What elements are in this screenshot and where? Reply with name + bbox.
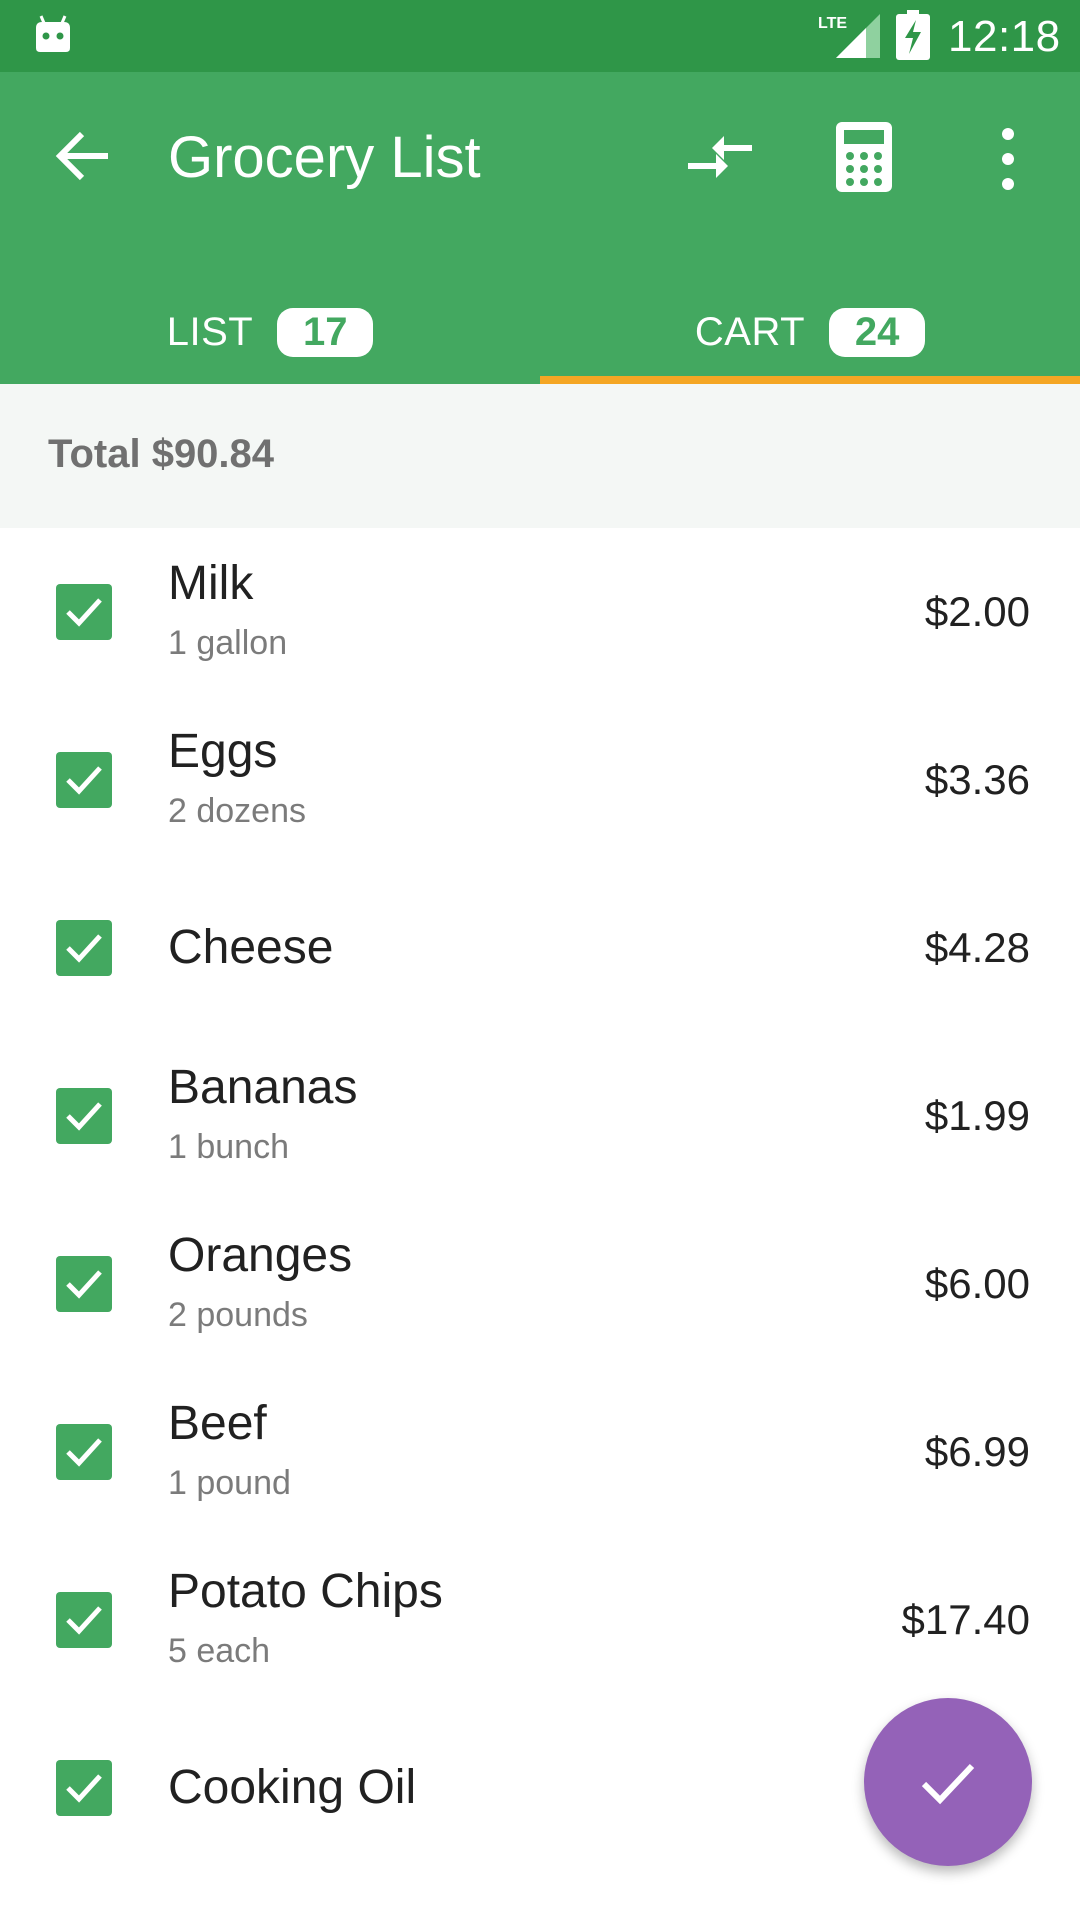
- item-checkbox[interactable]: [56, 1424, 112, 1480]
- item-quantity: 1 pound: [168, 1464, 291, 1502]
- item-price: $6.99: [924, 1428, 1030, 1475]
- item-name: Oranges: [168, 1229, 353, 1282]
- list-item[interactable]: Milk 1 gallon $2.00: [0, 528, 1080, 696]
- item-checkbox[interactable]: [56, 752, 112, 808]
- tab-list-count-badge: 17: [277, 307, 374, 357]
- item-name: Cheese: [168, 921, 334, 974]
- tab-list[interactable]: LIST 17: [0, 282, 540, 382]
- item-checkbox[interactable]: [56, 920, 112, 976]
- item-price: $1.99: [924, 1092, 1030, 1139]
- lte-signal-icon: LTE: [818, 14, 880, 58]
- cart-total: Total $90.84: [48, 432, 275, 476]
- back-arrow-icon[interactable]: [54, 126, 114, 186]
- list-item[interactable]: Bananas 1 bunch $1.99: [0, 1032, 1080, 1200]
- item-name: Cooking Oil: [168, 1761, 417, 1814]
- compare-arrows-icon[interactable]: [686, 128, 754, 188]
- selected-tab-indicator: [540, 376, 1080, 384]
- item-checkbox[interactable]: [56, 1760, 112, 1816]
- tab-list-label: LIST: [166, 309, 254, 354]
- item-quantity: 2 dozens: [168, 792, 306, 830]
- item-name: Beef: [168, 1397, 267, 1450]
- item-price: $6.00: [924, 1260, 1030, 1307]
- android-icon: [36, 15, 70, 52]
- calculator-icon[interactable]: [836, 122, 892, 192]
- status-bar: LTE 12:18: [0, 0, 1080, 72]
- checkmark-icon: [66, 598, 102, 627]
- cart-item-list: Milk 1 gallon $2.00 Eggs 2 dozens $3.36 Cheese…: [0, 528, 1080, 1872]
- page-title: Grocery List: [168, 125, 481, 190]
- checkmark-icon: [66, 934, 102, 963]
- check-icon: [921, 1763, 975, 1805]
- item-name: Eggs: [168, 725, 278, 778]
- total-bar: Total $90.84: [0, 384, 1080, 528]
- item-price: $4.28: [924, 924, 1030, 971]
- tab-cart-label: CART: [694, 309, 806, 354]
- more-vert-icon[interactable]: [990, 124, 1026, 194]
- item-checkbox[interactable]: [56, 1088, 112, 1144]
- list-item[interactable]: Cheese $4.28: [0, 864, 1080, 1032]
- item-checkbox[interactable]: [56, 1592, 112, 1648]
- tab-cart-count-badge: 24: [829, 307, 926, 357]
- lte-label: LTE: [818, 15, 847, 32]
- status-time: 12:18: [948, 12, 1061, 61]
- list-item[interactable]: Potato Chips 5 each $17.40: [0, 1536, 1080, 1704]
- list-item[interactable]: Eggs 2 dozens $3.36: [0, 696, 1080, 864]
- item-price: $2.00: [924, 588, 1030, 635]
- item-checkbox[interactable]: [56, 584, 112, 640]
- battery-charging-icon: [896, 10, 930, 60]
- item-quantity: 1 gallon: [168, 624, 288, 662]
- item-checkbox[interactable]: [56, 1256, 112, 1312]
- item-name: Bananas: [168, 1061, 358, 1114]
- tab-cart[interactable]: CART 24: [540, 282, 1080, 382]
- item-price: $17.40: [901, 1596, 1030, 1643]
- checkmark-icon: [66, 766, 102, 795]
- checkmark-icon: [66, 1774, 102, 1803]
- checkout-fab[interactable]: [864, 1698, 1032, 1866]
- checkmark-icon: [66, 1606, 102, 1635]
- checkmark-icon: [66, 1270, 102, 1299]
- checkmark-icon: [66, 1102, 102, 1131]
- checkmark-icon: [66, 1438, 102, 1467]
- list-item[interactable]: Beef 1 pound $6.99: [0, 1368, 1080, 1536]
- item-quantity: 1 bunch: [168, 1128, 289, 1166]
- item-price: $3.36: [924, 756, 1030, 803]
- item-name: Potato Chips: [168, 1565, 443, 1618]
- list-item[interactable]: Oranges 2 pounds $6.00: [0, 1200, 1080, 1368]
- item-name: Milk: [168, 557, 254, 610]
- item-quantity: 5 each: [168, 1632, 271, 1670]
- item-quantity: 2 pounds: [168, 1296, 308, 1334]
- app-bar: Grocery List LIST 17 CART 24: [0, 72, 1080, 384]
